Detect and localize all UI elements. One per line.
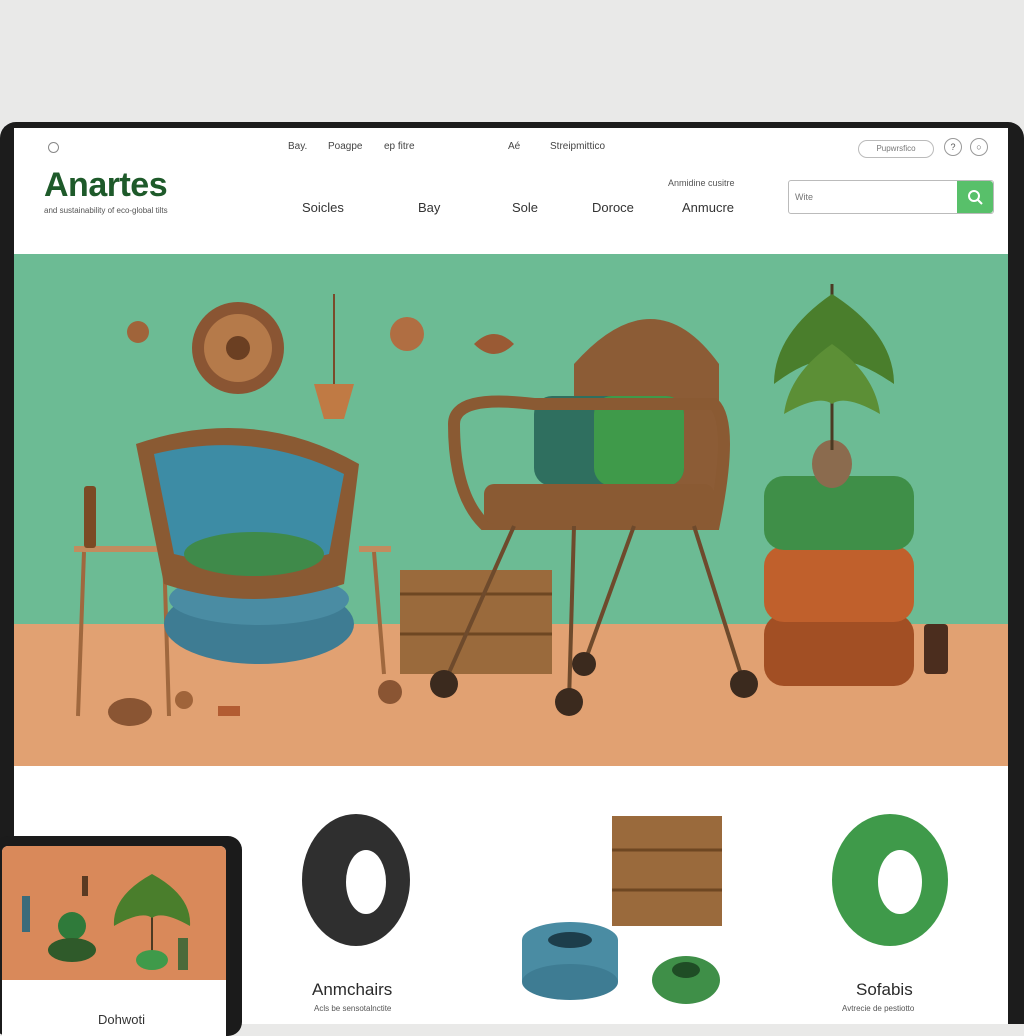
util-link-4[interactable]: Aé [508,141,520,152]
dark-tire-image [302,814,410,946]
tablet-frame: Dohwoti [0,836,242,1036]
wall-decor [127,294,514,419]
tire-planter [764,284,948,686]
search-input[interactable] [793,185,957,209]
armchair-left [74,428,391,717]
tablet-screen: Dohwoti [2,846,226,1036]
nav-note: Anmidine cusitre [668,178,735,188]
site-logo[interactable]: Anartes [44,166,168,205]
tire-and-crate-image [522,816,722,1004]
help-icon[interactable]: ? [944,138,962,156]
search-icon [968,190,983,205]
green-tire-image [832,814,948,946]
tablet-hero-image [22,874,191,970]
floor-decor [108,680,402,726]
nav-item-1[interactable]: Soicles [302,200,344,215]
util-link-1[interactable]: Bay. [288,141,307,152]
search-box [788,180,994,214]
util-link-3[interactable]: ep fitre [384,141,415,152]
nav-item-3[interactable]: Sole [512,200,538,215]
product-label-4: Sofabis [856,980,913,999]
site-header: Bay. Poagpe ep fitre Aé Streipmittico Pu… [14,128,1008,256]
nav-item-4[interactable]: Doroce [592,200,634,215]
wooden-crate [400,570,552,674]
site-tagline: and sustainability of eco-global tilts [44,206,168,215]
hero-banner [14,254,1008,766]
info-icon[interactable] [48,142,59,153]
util-link-2[interactable]: Poagpe [328,141,362,152]
hero-illustration [74,284,948,726]
product-sub-2: Acls be sensotalnctite [314,1004,392,1013]
nav-item-5[interactable]: Anmucre [682,200,734,215]
product-sub-4: Avtrecie de pestiotto [842,1004,915,1013]
nav-item-2[interactable]: Bay [418,200,440,215]
search-button[interactable] [957,181,993,213]
util-link-5[interactable]: Streipmittico [550,141,605,152]
tablet-product-label: Dohwoti [98,1012,145,1027]
tablet-hero [2,846,226,980]
account-pill[interactable]: Pupwrsfico [858,140,934,158]
product-label-2: Anmchairs [312,980,393,999]
globe-icon[interactable]: ○ [970,138,988,156]
